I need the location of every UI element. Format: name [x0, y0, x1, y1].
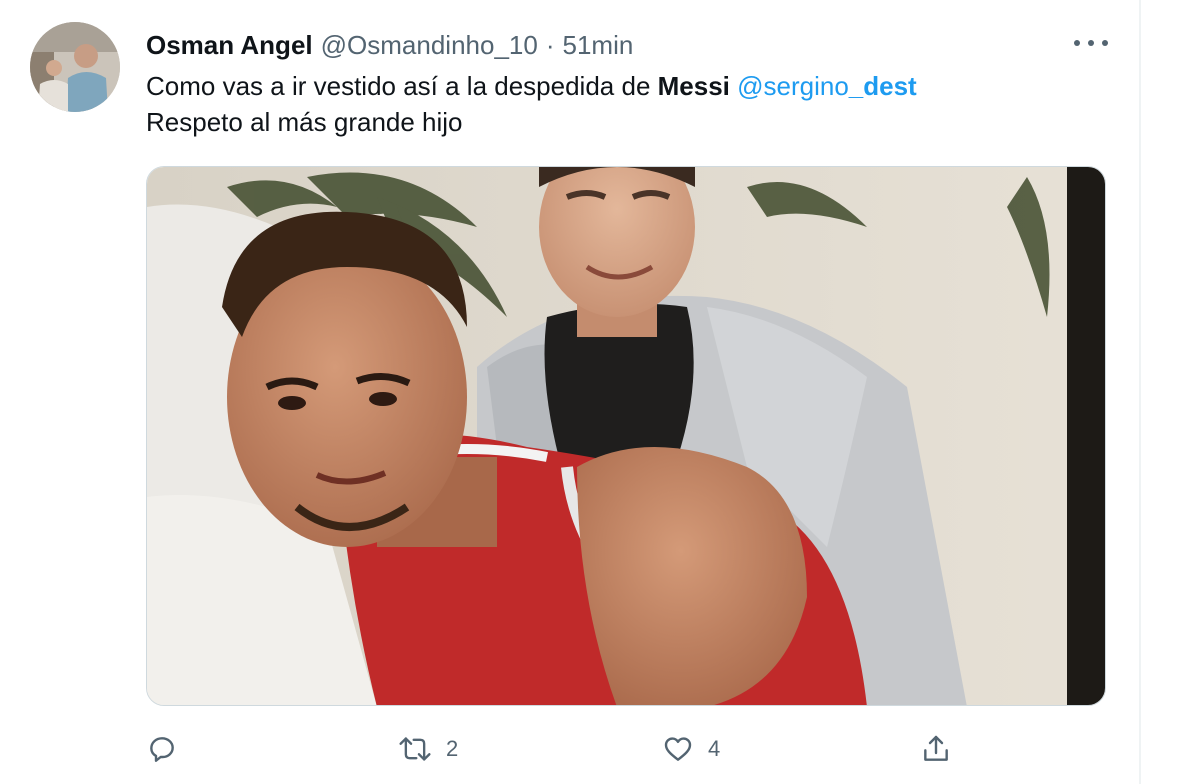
- more-dot: [1074, 40, 1080, 46]
- retweet-button[interactable]: 2: [398, 726, 458, 772]
- reply-icon: [146, 733, 178, 765]
- avatar[interactable]: [30, 22, 120, 112]
- tweet-text-part: Como vas a ir vestido así a la despedida…: [146, 71, 658, 101]
- like-button[interactable]: 4: [662, 726, 720, 772]
- share-icon: [920, 733, 952, 765]
- more-dot: [1102, 40, 1108, 46]
- reply-button[interactable]: [146, 726, 178, 772]
- more-options-icon[interactable]: [1074, 30, 1108, 56]
- avatar-photo: [30, 22, 120, 112]
- tweet-timestamp[interactable]: 51min: [563, 30, 634, 61]
- share-button[interactable]: [920, 726, 952, 772]
- tweet-actions: 2 4: [146, 726, 966, 772]
- heart-icon: [662, 733, 694, 765]
- timeline-border: [1139, 0, 1141, 784]
- tweet-text: Como vas a ir vestido así a la despedida…: [146, 68, 1106, 140]
- tweet-text-line2: Respeto al más grande hijo: [146, 107, 463, 137]
- retweet-count: 2: [446, 736, 459, 761]
- tweet-text-line1: Como vas a ir vestido así a la despedida…: [146, 68, 1106, 104]
- retweet-icon: [398, 733, 432, 765]
- tweet-text-bold: Messi: [657, 71, 730, 101]
- mention-prefix: @sergino: [737, 71, 849, 101]
- photo-illustration: [147, 167, 1105, 705]
- tweet-photo[interactable]: [146, 166, 1106, 706]
- author-handle[interactable]: @Osmandinho_10: [321, 30, 538, 61]
- like-count: 4: [708, 736, 721, 761]
- separator-dot: ·: [545, 29, 555, 60]
- mention-link[interactable]: @sergino_dest: [737, 71, 917, 101]
- tweet-header: Osman Angel @Osmandinho_10 · 51min: [146, 28, 633, 62]
- mention-suffix: _dest: [848, 71, 917, 101]
- more-dot: [1088, 40, 1094, 46]
- author-name[interactable]: Osman Angel: [146, 30, 313, 61]
